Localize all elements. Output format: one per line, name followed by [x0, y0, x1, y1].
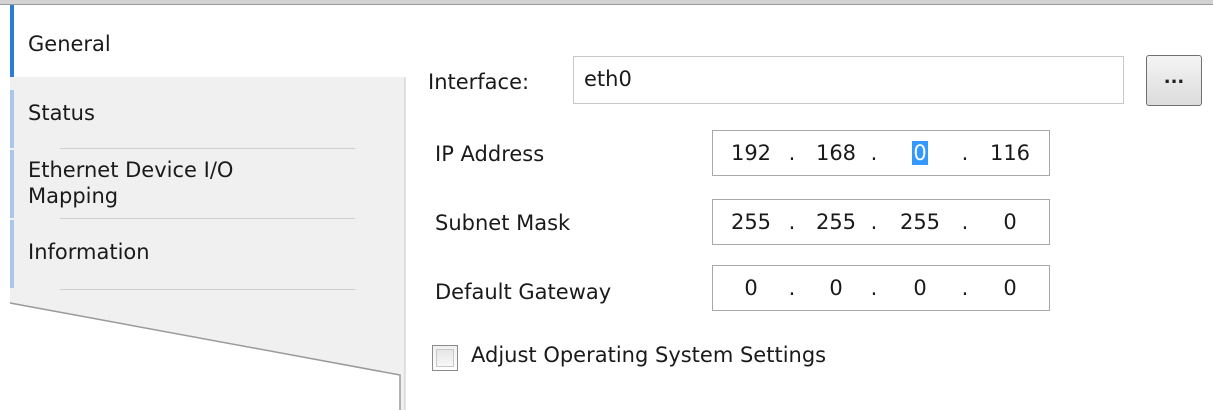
- octet-separator: .: [788, 141, 796, 165]
- gateway-octet-4[interactable]: 0: [986, 275, 1034, 301]
- subnet-octet-4[interactable]: 0: [986, 209, 1034, 235]
- selected-octet-text: 0: [912, 141, 928, 165]
- nav-divider: [60, 148, 355, 149]
- interface-field[interactable]: eth0: [573, 56, 1124, 104]
- octet-separator: .: [870, 210, 878, 234]
- nav-divider: [60, 218, 355, 219]
- ip-address-label: IP Address: [435, 142, 545, 166]
- browse-interface-button[interactable]: ...: [1146, 55, 1202, 106]
- ip-octet-4[interactable]: 116: [986, 140, 1034, 166]
- octet-separator: .: [788, 276, 796, 300]
- octet-separator: .: [870, 276, 878, 300]
- octet-separator: .: [961, 210, 969, 234]
- ip-octet-2[interactable]: 168: [812, 140, 860, 166]
- adjust-os-settings-label[interactable]: Adjust Operating System Settings: [471, 342, 826, 368]
- nav-item-label: Ethernet Device I/O Mapping: [28, 158, 234, 208]
- nav-indicator: [10, 90, 14, 148]
- nav-item-label: Status: [28, 101, 95, 125]
- nav-item-label: Information: [28, 240, 150, 264]
- default-gateway-label: Default Gateway: [435, 280, 612, 304]
- subnet-mask-label: Subnet Mask: [435, 211, 571, 235]
- gateway-octet-3[interactable]: 0: [896, 275, 944, 301]
- adjust-os-settings-checkbox[interactable]: [432, 345, 458, 371]
- octet-separator: .: [961, 276, 969, 300]
- gateway-octet-2[interactable]: 0: [812, 275, 860, 301]
- subnet-octet-1[interactable]: 255: [727, 209, 775, 235]
- nav-divider: [60, 289, 355, 290]
- subnet-octet-3[interactable]: 255: [896, 209, 944, 235]
- nav-item-general[interactable]: General: [10, 5, 405, 77]
- default-gateway-field[interactable]: 0 . 0 . 0 . 0: [712, 265, 1050, 311]
- ip-octet-3[interactable]: 0: [896, 140, 944, 166]
- nav-item-information[interactable]: Information: [10, 220, 405, 288]
- subnet-mask-field[interactable]: 255 . 255 . 255 . 0: [712, 199, 1050, 245]
- ip-address-field[interactable]: 192 . 168 . 0 . 116: [712, 130, 1050, 176]
- nav-item-ethernet-device-io-mapping[interactable]: Ethernet Device I/O Mapping: [10, 150, 405, 218]
- nav-item-label: General: [28, 32, 111, 56]
- nav-indicator: [10, 220, 14, 288]
- nav-item-status[interactable]: Status: [10, 90, 405, 148]
- nav-indicator: [10, 150, 14, 218]
- octet-separator: .: [788, 210, 796, 234]
- octet-separator: .: [870, 141, 878, 165]
- gateway-octet-1[interactable]: 0: [727, 275, 775, 301]
- interface-value: eth0: [584, 67, 632, 91]
- subnet-octet-2[interactable]: 255: [812, 209, 860, 235]
- ip-octet-1[interactable]: 192: [727, 140, 775, 166]
- octet-separator: .: [961, 141, 969, 165]
- nav-selected-indicator: [10, 5, 14, 77]
- interface-label: Interface:: [428, 70, 530, 94]
